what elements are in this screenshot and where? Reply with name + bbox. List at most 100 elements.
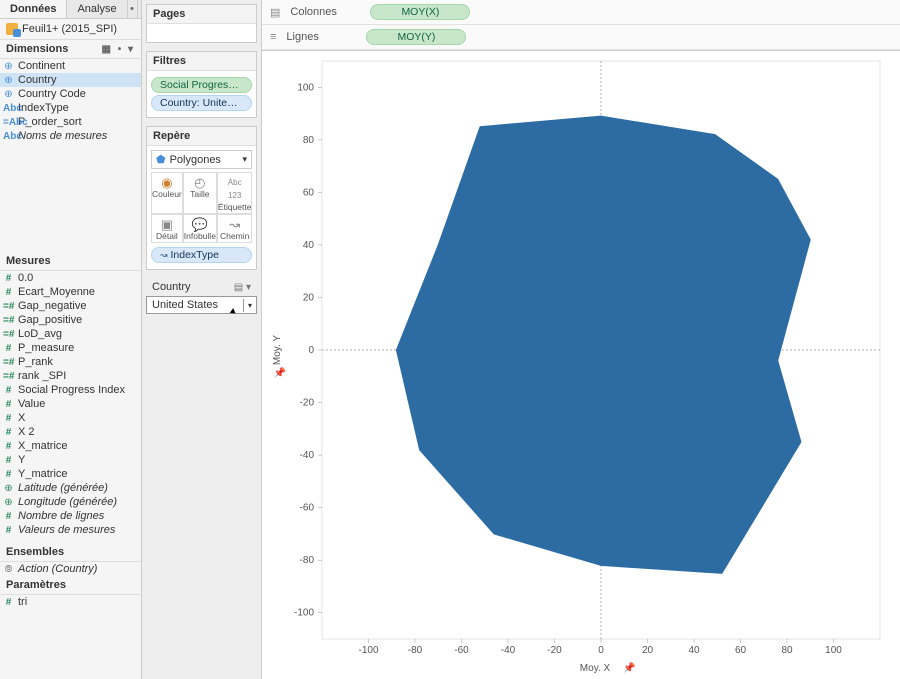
field-item[interactable]: #P_measure	[0, 341, 141, 355]
detail-icon: ▣	[152, 218, 182, 231]
marks-size[interactable]: ◴Taille	[183, 172, 217, 214]
datasource-name: Feuil1+ (2015_SPI)	[22, 23, 117, 35]
field-item[interactable]: =AbcP_order_sort	[0, 115, 141, 129]
svg-text:80: 80	[781, 645, 793, 656]
polygon-icon: ⬟	[156, 153, 166, 166]
svg-text:20: 20	[642, 645, 654, 656]
field-item[interactable]: #X	[0, 411, 141, 425]
filter-pill[interactable]: Country: United Stat..	[151, 95, 252, 111]
field-item[interactable]: #Valeurs de mesures	[0, 523, 141, 537]
chart: -100 -80 -60 -40 -20 0 20 40 60 80 100 -100 -80 -60 -4…	[262, 51, 900, 679]
svg-text:60: 60	[303, 187, 315, 198]
svg-text:100: 100	[297, 82, 314, 93]
measures-list: #0.0#Ecart_Moyenne=#Gap_negative=#Gap_po…	[0, 271, 141, 537]
field-item[interactable]: #Y_matrice	[0, 467, 141, 481]
field-item[interactable]: ⦾Action (Country)	[0, 562, 141, 576]
svg-text:-60: -60	[300, 503, 315, 514]
svg-text:-80: -80	[300, 555, 315, 566]
tab-collapse[interactable]: •	[128, 0, 138, 18]
svg-text:0: 0	[308, 345, 314, 356]
marks-detail[interactable]: ▣Détail	[151, 214, 183, 243]
field-item[interactable]: =#P_rank	[0, 355, 141, 369]
svg-text:-60: -60	[454, 645, 469, 656]
field-item[interactable]: #tri	[0, 595, 141, 609]
field-item[interactable]: #X_matrice	[0, 439, 141, 453]
datasource-icon	[6, 23, 18, 35]
dimensions-header: Dimensions ▦ • ▾	[0, 40, 141, 59]
svg-text:20: 20	[303, 292, 315, 303]
params-header: Paramètres	[0, 576, 141, 595]
dimensions-list: ⊕Continent⊕Country⊕Country CodeAbcIndexT…	[0, 59, 141, 143]
data-pane: Données Analyse • Feuil1+ (2015_SPI) Dim…	[0, 0, 142, 679]
marks-path[interactable]: ↝Chemin	[217, 214, 253, 243]
svg-text:40: 40	[303, 240, 315, 251]
measures-header: Mesures	[0, 252, 141, 271]
side-tabs: Données Analyse •	[0, 0, 141, 19]
svg-text:0: 0	[598, 645, 604, 656]
tab-analysis[interactable]: Analyse	[67, 0, 127, 18]
datasource-row[interactable]: Feuil1+ (2015_SPI)	[0, 19, 141, 40]
field-item[interactable]: =#rank _SPI	[0, 369, 141, 383]
svg-text:-100: -100	[358, 645, 378, 656]
field-item[interactable]: #Social Progress Index	[0, 383, 141, 397]
marks-tooltip[interactable]: 💬Infobulle	[183, 214, 217, 243]
svg-text:80: 80	[303, 135, 315, 146]
svg-text:40: 40	[688, 645, 700, 656]
tab-data[interactable]: Données	[0, 0, 67, 18]
field-item[interactable]: #Y	[0, 453, 141, 467]
svg-text:-40: -40	[501, 645, 516, 656]
field-item[interactable]: #Value	[0, 397, 141, 411]
sets-list: ⦾Action (Country)	[0, 562, 141, 576]
path-icon: ↝	[218, 218, 252, 231]
field-item[interactable]: AbcIndexType	[0, 101, 141, 115]
chevron-down-icon[interactable]: ▾	[243, 299, 256, 312]
svg-text:100: 100	[825, 645, 842, 656]
columns-icon: ▤	[270, 6, 280, 19]
svg-text:-20: -20	[300, 398, 315, 409]
svg-text:📌: 📌	[274, 366, 287, 379]
size-icon: ◴	[184, 176, 216, 189]
field-item[interactable]: =#LoD_avg	[0, 327, 141, 341]
filter-pill[interactable]: Social Progress Index	[151, 77, 252, 93]
marks-card: Repère ⬟ Polygones ▾ ◉Couleur ◴Taille Ab…	[146, 126, 257, 270]
dimensions-tools[interactable]: ▦ • ▾	[101, 44, 135, 55]
svg-text:-80: -80	[408, 645, 423, 656]
params-list: #tri	[0, 595, 141, 609]
svg-text:-100: -100	[294, 608, 314, 619]
quickfilter-menu-icon[interactable]: ▤ ▾	[234, 282, 251, 293]
columns-shelf[interactable]: ▤ Colonnes MOY(X)	[262, 0, 900, 25]
field-item[interactable]: #0.0	[0, 271, 141, 285]
marks-path-pill[interactable]: ↝ IndexType	[151, 247, 252, 263]
mark-type-dropdown[interactable]: ⬟ Polygones ▾	[151, 150, 252, 169]
columns-pill[interactable]: MOY(X)	[370, 4, 470, 20]
tooltip-icon: 💬	[184, 218, 216, 231]
field-item[interactable]: ⊕Continent	[0, 59, 141, 73]
field-item[interactable]: ⊕Latitude (générée)	[0, 481, 141, 495]
field-item[interactable]: =#Gap_positive	[0, 313, 141, 327]
country-quickfilter[interactable]: United States ▾	[146, 296, 257, 314]
filters-card: Filtres Social Progress IndexCountry: Un…	[146, 51, 257, 118]
svg-text:-40: -40	[300, 450, 315, 461]
field-item[interactable]: #Ecart_Moyenne	[0, 285, 141, 299]
field-item[interactable]: #Nombre de lignes	[0, 509, 141, 523]
marks-label[interactable]: Abc123Étiquette	[217, 172, 253, 214]
pages-card: Pages	[146, 4, 257, 43]
quickfilter-title: Country ▤ ▾	[146, 278, 257, 296]
field-item[interactable]: ⊕Country Code	[0, 87, 141, 101]
rows-pill[interactable]: MOY(Y)	[366, 29, 466, 45]
field-item[interactable]: AbcNoms de mesures	[0, 129, 141, 143]
chevron-down-icon: ▾	[242, 154, 247, 165]
svg-text:60: 60	[735, 645, 747, 656]
sets-header: Ensembles	[0, 543, 141, 562]
field-item[interactable]: #X 2	[0, 425, 141, 439]
svg-text:-20: -20	[547, 645, 562, 656]
rows-shelf[interactable]: ≡ Lignes MOY(Y)	[262, 25, 900, 50]
marks-color[interactable]: ◉Couleur	[151, 172, 183, 214]
viz-canvas[interactable]: -100 -80 -60 -40 -20 0 20 40 60 80 100 -100 -80 -60 -4…	[262, 51, 900, 679]
field-item[interactable]: ⊕Longitude (générée)	[0, 495, 141, 509]
svg-text:Moy. X: Moy. X	[580, 663, 611, 674]
shelves: ▤ Colonnes MOY(X) ≡ Lignes MOY(Y)	[262, 0, 900, 51]
field-item[interactable]: ⊕Country	[0, 73, 141, 87]
svg-text:📌: 📌	[623, 661, 636, 674]
field-item[interactable]: =#Gap_negative	[0, 299, 141, 313]
